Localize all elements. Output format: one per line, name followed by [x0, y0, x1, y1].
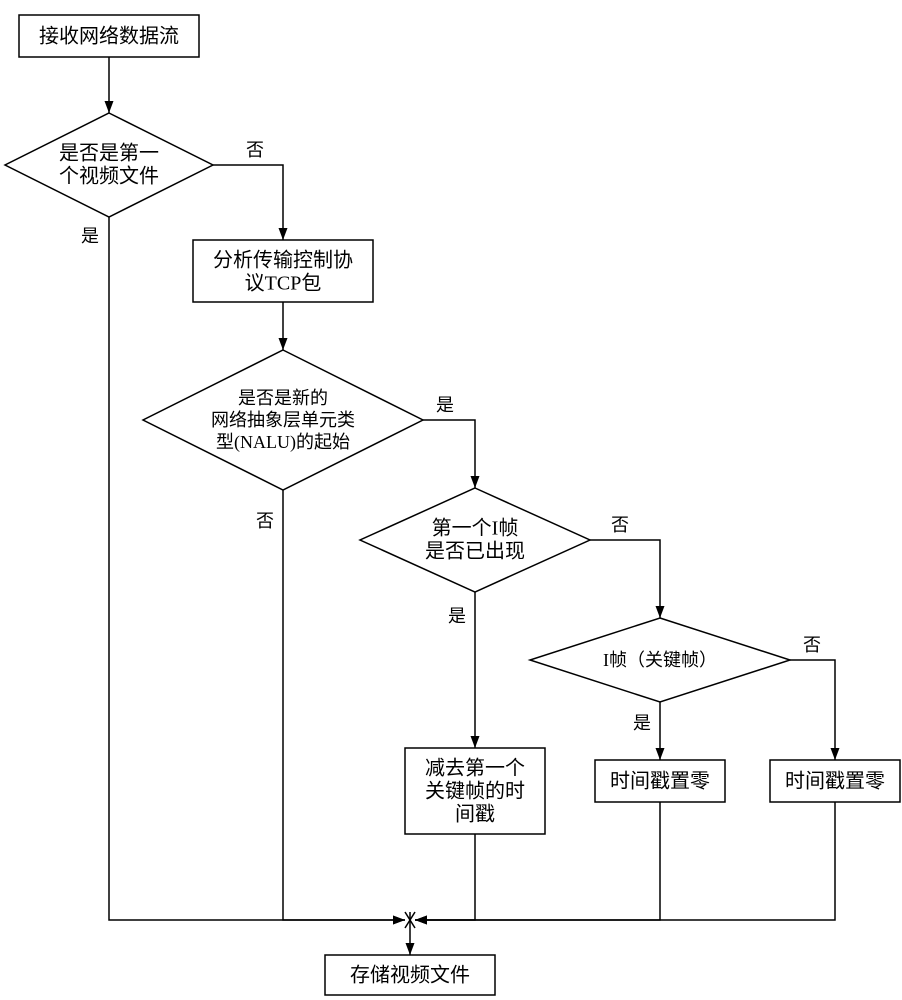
lbl-d4-yes: 是 — [633, 713, 651, 733]
label-d3-l2: 是否已出现 — [425, 540, 525, 563]
label-d1-l1: 是否是第一 — [59, 142, 159, 165]
label-p3: 时间戳置零 — [610, 770, 710, 793]
edge-p2-merge — [415, 834, 475, 920]
label-p2-l2: 关键帧的时 — [425, 780, 525, 803]
label-end: 存储视频文件 — [350, 964, 470, 987]
label-p2-l3: 间戳 — [455, 803, 495, 826]
label-d2-l1: 是否是新的 — [238, 388, 328, 408]
label-p4: 时间戳置零 — [785, 770, 885, 793]
lbl-d2-no: 否 — [256, 511, 274, 531]
edge-d3-no — [590, 540, 660, 618]
lbl-d3-yes: 是 — [448, 606, 466, 626]
lbl-d3-no: 否 — [611, 515, 629, 535]
label-d3-l1: 第一个I帧 — [432, 517, 519, 540]
lbl-d1-yes: 是 — [81, 226, 99, 246]
label-d2-l3: 型(NALU)的起始 — [216, 432, 350, 453]
label-p1-l1: 分析传输控制协 — [213, 249, 353, 272]
label-d2-l2: 网络抽象层单元类 — [211, 410, 355, 430]
edge-d2-yes — [423, 420, 475, 488]
lbl-d4-no: 否 — [803, 635, 821, 655]
edge-d1-no — [213, 165, 283, 240]
label-p2-l1: 减去第一个 — [425, 757, 525, 780]
edge-d2-no — [283, 490, 405, 920]
edge-d1-yes — [109, 217, 405, 920]
label-start: 接收网络数据流 — [39, 25, 179, 48]
label-p1-l2: 议TCP包 — [245, 272, 322, 295]
lbl-d1-no: 否 — [246, 140, 264, 160]
edge-d4-no — [790, 660, 835, 760]
label-d4: I帧（关键帧） — [603, 650, 717, 670]
label-d1-l2: 个视频文件 — [59, 165, 159, 188]
lbl-d2-yes: 是 — [436, 395, 454, 415]
